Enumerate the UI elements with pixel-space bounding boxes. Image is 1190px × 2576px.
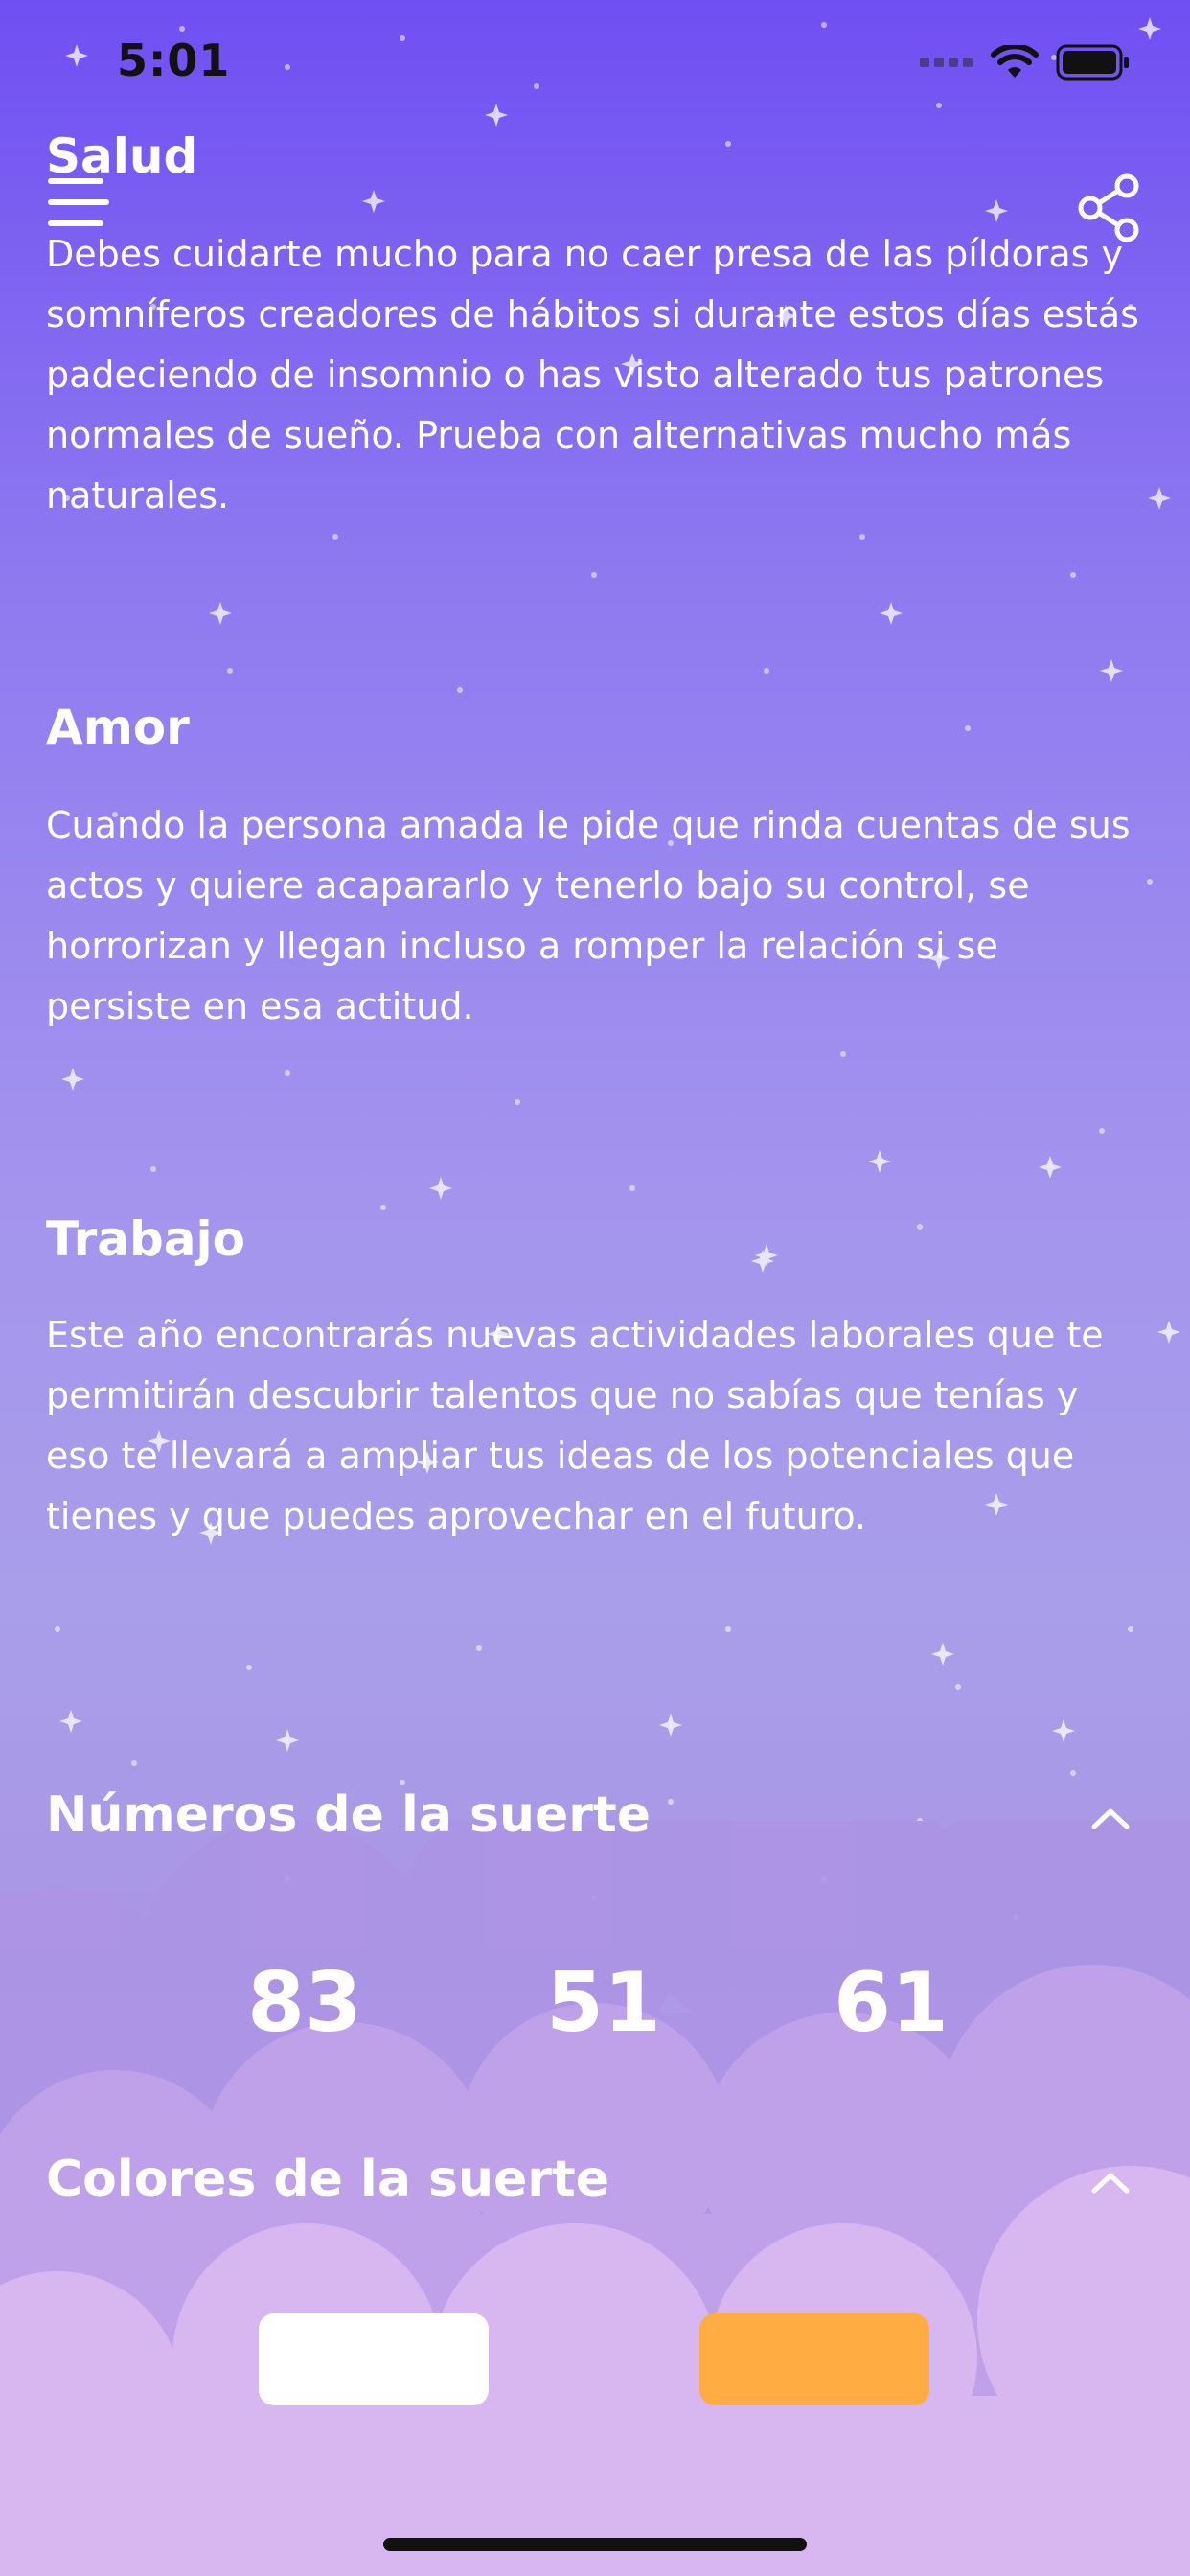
section-text-amor: Cuando la persona amada le pide que rind… xyxy=(46,804,1131,1027)
cellular-signal-icon xyxy=(920,58,973,67)
lucky-colors-title[interactable]: Colores de la suerte xyxy=(46,2150,609,2208)
lucky-color-swatch xyxy=(699,2313,929,2405)
hamburger-menu-icon[interactable] xyxy=(48,178,109,230)
section-title-salud: Salud xyxy=(46,128,198,184)
section-title-amor: Amor xyxy=(46,700,190,755)
chevron-up-icon[interactable] xyxy=(1088,2168,1133,2196)
status-bar: 5:01 xyxy=(0,0,1190,125)
lucky-color-swatch xyxy=(259,2313,489,2405)
battery-icon xyxy=(1056,44,1129,80)
lucky-number: 61 xyxy=(834,1955,949,2051)
home-indicator xyxy=(383,2538,807,2551)
lucky-number: 83 xyxy=(247,1955,362,2051)
status-icons xyxy=(920,44,1131,80)
section-text-salud: Debes cuidarte mucho para no caer presa … xyxy=(46,233,1139,517)
lucky-numbers-title[interactable]: Números de la suerte xyxy=(46,1786,651,1844)
section-title-trabajo: Trabajo xyxy=(46,1211,246,1267)
status-time: 5:01 xyxy=(117,34,231,86)
lucky-number: 51 xyxy=(546,1955,661,2051)
section-text-trabajo: Este año encontrarás nuevas actividades … xyxy=(46,1314,1104,1537)
wifi-icon xyxy=(991,45,1039,78)
chevron-up-icon[interactable] xyxy=(1088,1804,1133,1832)
